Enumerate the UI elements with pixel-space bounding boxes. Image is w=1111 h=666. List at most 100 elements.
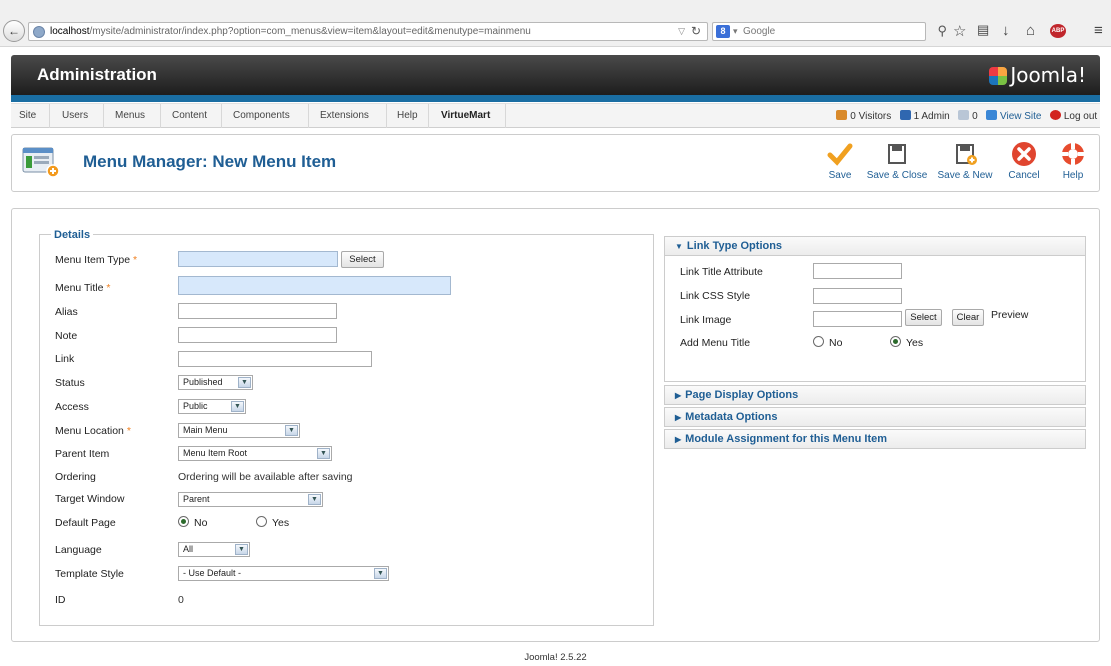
admins-count: 1 Admin: [913, 111, 950, 122]
link-image-input[interactable]: [813, 311, 902, 327]
id-label: ID: [55, 594, 66, 606]
default-page-label: Default Page: [55, 517, 116, 529]
save-button[interactable]: Save: [817, 140, 863, 181]
messages-count[interactable]: 0: [972, 111, 978, 122]
status-value: Published: [183, 377, 223, 387]
default-page-yes-radio[interactable]: [256, 516, 267, 527]
default-page-yes-label: Yes: [272, 517, 290, 529]
menu-title-label: Menu Title *: [55, 282, 111, 294]
admin-users-icon: [899, 110, 911, 120]
chevron-down-icon: ▼: [285, 425, 298, 436]
parent-item-label: Parent Item: [55, 448, 110, 460]
url-host: localhost: [50, 26, 90, 37]
magnifier-icon[interactable]: ⚲: [937, 23, 947, 39]
menu-icon[interactable]: ≡: [1094, 22, 1103, 39]
menu-extensions[interactable]: Extensions: [320, 110, 369, 121]
menu-help[interactable]: Help: [397, 110, 418, 121]
status-area: 0 Visitors 1 Admin 0 View Site Log out: [836, 110, 1100, 122]
parent-item-select[interactable]: Menu Item Root ▼: [178, 446, 332, 461]
note-input[interactable]: [178, 327, 337, 343]
menu-title-input[interactable]: [178, 276, 451, 295]
logo-text: Joomla!: [1010, 63, 1086, 87]
help-button[interactable]: Help: [1053, 140, 1093, 181]
link-image-preview-label: Preview: [991, 309, 1029, 321]
bookmarks-menu-icon[interactable]: ▤: [977, 22, 989, 38]
metadata-options-header[interactable]: ▶ Metadata Options: [664, 407, 1086, 427]
lifebuoy-icon: [1053, 140, 1093, 168]
template-style-select[interactable]: - Use Default - ▼: [178, 566, 389, 581]
home-icon[interactable]: ⌂: [1026, 22, 1035, 39]
address-bar[interactable]: localhost/mysite/administrator/index.php…: [28, 22, 708, 41]
menu-site[interactable]: Site: [19, 110, 36, 121]
menu-manager-icon: [22, 146, 60, 178]
link-type-options-header[interactable]: ▼ Link Type Options: [664, 236, 1086, 256]
footer-version: Joomla! 2.5.22: [524, 652, 587, 663]
link-title-attribute-label: Link Title Attribute: [680, 266, 763, 278]
menu-content[interactable]: Content: [172, 110, 207, 121]
cancel-label: Cancel: [1008, 170, 1040, 181]
add-menu-title-yes-radio[interactable]: [890, 336, 901, 347]
menu-location-select[interactable]: Main Menu ▼: [178, 423, 300, 438]
adblock-icon[interactable]: ABP: [1050, 24, 1066, 38]
history-dropdown-icon[interactable]: ▽: [678, 26, 685, 37]
add-menu-title-yes-label: Yes: [906, 337, 924, 349]
messages-icon: [958, 110, 970, 120]
cancel-button[interactable]: Cancel: [1001, 140, 1047, 181]
link-label: Link: [55, 353, 75, 365]
alias-input[interactable]: [178, 303, 337, 319]
save-close-button[interactable]: Save & Close: [866, 140, 928, 181]
language-label: Language: [55, 544, 102, 556]
template-style-value: - Use Default -: [183, 568, 242, 578]
link-title-attribute-input[interactable]: [813, 263, 902, 279]
menu-users[interactable]: Users: [62, 110, 88, 121]
help-label: Help: [1062, 170, 1084, 181]
back-arrow-icon[interactable]: ←: [3, 20, 25, 42]
chevron-down-icon: ▼: [317, 448, 330, 459]
menu-menus[interactable]: Menus: [115, 110, 145, 121]
joomla-logo: Joomla!: [989, 63, 1086, 87]
link-css-style-input[interactable]: [813, 288, 902, 304]
access-value: Public: [183, 401, 208, 411]
access-select[interactable]: Public ▼: [178, 399, 246, 414]
parent-item-value: Menu Item Root: [183, 448, 248, 458]
status-select[interactable]: Published ▼: [178, 375, 253, 390]
target-window-select[interactable]: Parent ▼: [178, 492, 323, 507]
link-image-clear-button[interactable]: Clear: [952, 309, 984, 326]
add-menu-title-no-radio[interactable]: [813, 336, 824, 347]
floppy-plus-icon: [937, 140, 993, 168]
menu-components[interactable]: Components: [233, 110, 290, 121]
menu-virtuemart[interactable]: VirtueMart: [441, 110, 490, 121]
save-new-button[interactable]: Save & New: [937, 140, 993, 181]
status-label: Status: [55, 377, 85, 389]
reload-icon[interactable]: ↻: [691, 24, 701, 38]
menu-location-label: Menu Location *: [55, 425, 131, 437]
module-assignment-header[interactable]: ▶ Module Assignment for this Menu Item: [664, 429, 1086, 449]
page-display-options-header[interactable]: ▶ Page Display Options: [664, 385, 1086, 405]
view-site-icon: [985, 110, 997, 120]
target-window-value: Parent: [183, 494, 210, 504]
chevron-down-icon: ▼: [235, 544, 248, 555]
save-new-label: Save & New: [937, 170, 993, 181]
link-image-select-button[interactable]: Select: [905, 309, 942, 326]
logout-link[interactable]: Log out: [1064, 111, 1097, 122]
admin-header: Administration Joomla!: [11, 55, 1100, 95]
select-type-button[interactable]: Select: [341, 251, 384, 268]
save-label: Save: [828, 170, 852, 181]
menu-item-type-field[interactable]: [178, 251, 338, 267]
language-value: All: [183, 544, 194, 554]
access-label: Access: [55, 401, 89, 413]
search-bar[interactable]: 8 ▾ Google ⚲: [712, 22, 947, 41]
link-css-style-label: Link CSS Style: [680, 290, 751, 302]
language-select[interactable]: All ▼: [178, 542, 250, 557]
view-site-link[interactable]: View Site: [1000, 111, 1042, 122]
add-menu-title-label: Add Menu Title: [680, 337, 751, 349]
download-icon[interactable]: ↓: [1002, 22, 1010, 39]
bookmark-star-icon[interactable]: ☆: [953, 22, 966, 40]
search-engine-icon[interactable]: 8: [716, 25, 730, 38]
link-input[interactable]: [178, 351, 372, 367]
header-accent-bar: [11, 95, 1100, 102]
module-assignment-title: Module Assignment for this Menu Item: [685, 433, 888, 445]
default-page-no-label: No: [194, 517, 208, 529]
default-page-no-radio[interactable]: [178, 516, 189, 527]
engine-dropdown-icon[interactable]: ▾: [733, 26, 738, 37]
